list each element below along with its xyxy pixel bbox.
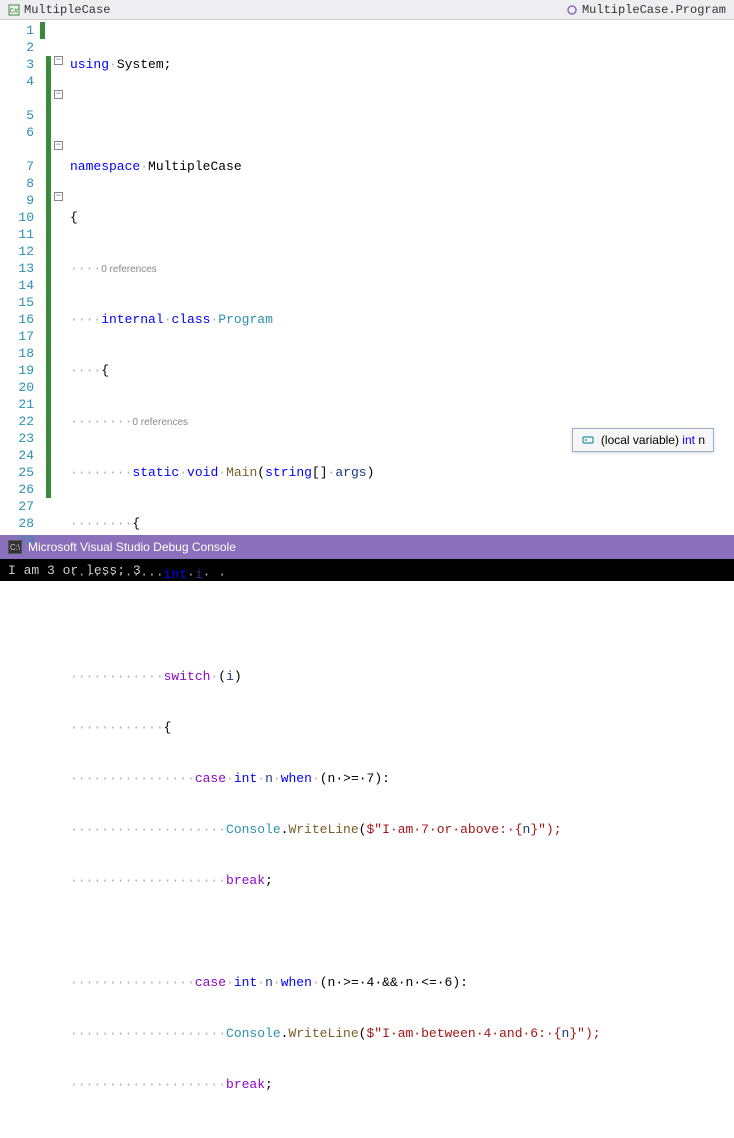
fold-toggle[interactable]: − bbox=[54, 141, 63, 150]
fold-toggle[interactable]: − bbox=[54, 90, 63, 99]
code-text-area[interactable]: − − − − using·System; namespace·Multiple… bbox=[40, 20, 734, 535]
code-editor[interactable]: 1234567891011121314151617181920212223242… bbox=[0, 20, 734, 535]
console-icon: C:\ bbox=[8, 540, 22, 554]
line-number-gutter: 1234567891011121314151617181920212223242… bbox=[0, 20, 40, 535]
breadcrumb-bar: C# MultipleCase MultipleCase.Program bbox=[0, 0, 734, 20]
local-variable-icon bbox=[581, 433, 595, 447]
codelens-references[interactable]: 0 references bbox=[101, 264, 157, 275]
project-tab-label: MultipleCase bbox=[24, 3, 110, 17]
csharp-file-icon: C# bbox=[8, 4, 20, 16]
intellisense-tooltip: (local variable) int n bbox=[572, 428, 714, 452]
fold-toggle[interactable]: − bbox=[54, 192, 63, 201]
codelens-references[interactable]: 0 references bbox=[132, 417, 188, 428]
change-indicator bbox=[46, 56, 51, 498]
fold-toggle[interactable]: − bbox=[54, 56, 63, 65]
breadcrumb[interactable]: MultipleCase.Program bbox=[558, 1, 734, 19]
change-indicator bbox=[40, 22, 45, 39]
breadcrumb-label: MultipleCase.Program bbox=[582, 3, 726, 17]
tooltip-text: (local variable) int n bbox=[601, 433, 705, 447]
svg-text:C#: C# bbox=[10, 8, 18, 16]
method-icon bbox=[566, 4, 578, 16]
project-tab[interactable]: C# MultipleCase bbox=[0, 1, 118, 19]
